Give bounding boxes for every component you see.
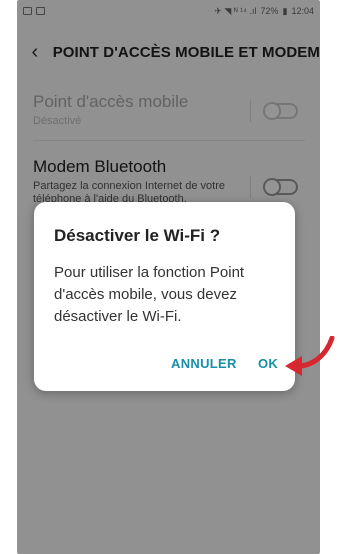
ok-button[interactable]: OK (258, 356, 278, 371)
dialog-message: Pour utiliser la fonction Point d'accès … (54, 264, 245, 325)
pointing-arrow-icon (285, 336, 335, 376)
dialog-title: Désactiver le Wi-Fi ? (54, 226, 221, 245)
disable-wifi-dialog: Désactiver le Wi-Fi ? Pour utiliser la f… (34, 202, 295, 391)
phone-screen: ✈ ◥ ᴺ ¹⁴ .ıl 72% ▮ 12:04 ‹ POINT D'ACCÈS… (17, 0, 320, 554)
cancel-button[interactable]: ANNULER (171, 356, 237, 371)
